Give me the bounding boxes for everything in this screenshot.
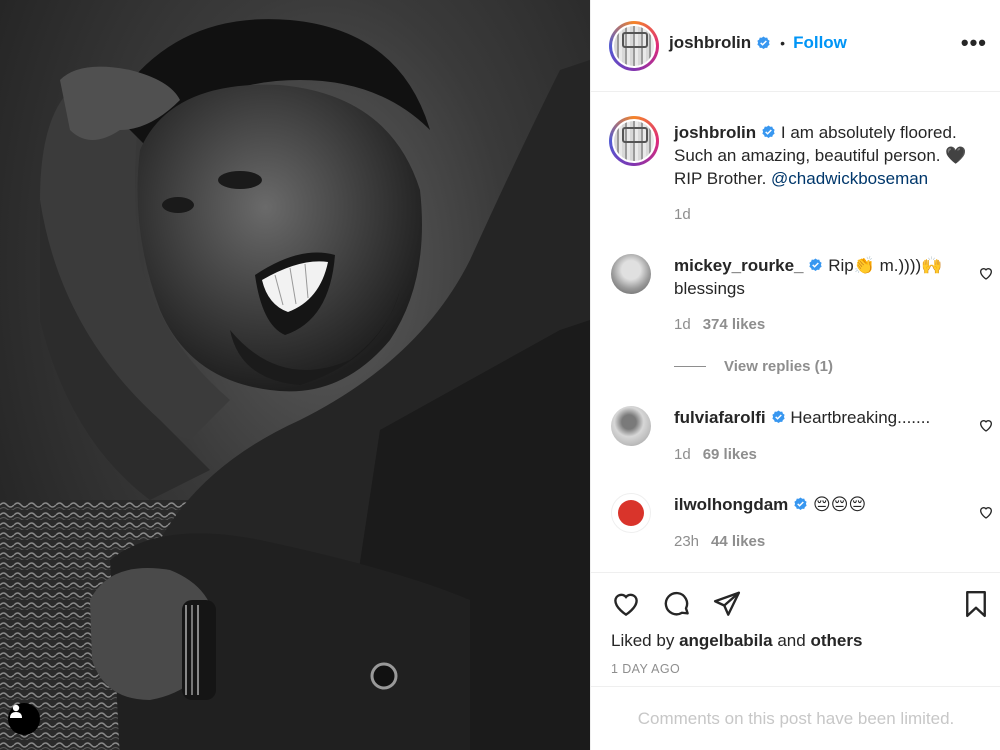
author-username[interactable]: joshbrolin	[669, 33, 751, 53]
comment-likes[interactable]: 44 likes	[711, 533, 765, 550]
caption-avatar[interactable]	[609, 116, 659, 166]
post-photo[interactable]	[0, 0, 590, 750]
view-replies-button[interactable]: View replies (1)	[674, 358, 833, 375]
author-avatar[interactable]	[609, 21, 659, 71]
comment-icon[interactable]	[662, 589, 692, 619]
post-timestamp[interactable]: 1 DAY AGO	[611, 662, 680, 676]
comment-time[interactable]: 23h	[674, 533, 699, 550]
share-icon[interactable]	[712, 589, 742, 619]
verified-badge-icon	[809, 258, 823, 272]
bookmark-icon[interactable]	[961, 589, 991, 619]
post-actions: Liked by angelbabila and others 1 DAY AG…	[591, 572, 1000, 686]
separator-dot: •	[780, 35, 786, 51]
comment-like-icon[interactable]	[978, 417, 994, 433]
replies-divider	[674, 366, 706, 367]
comment-likes[interactable]: 69 likes	[703, 446, 757, 463]
commenter-avatar[interactable]	[611, 254, 651, 294]
commenter-avatar[interactable]	[611, 406, 651, 446]
liked-by: Liked by angelbabila and others	[611, 631, 862, 651]
mention-link[interactable]: @chadwickboseman	[771, 169, 928, 188]
verified-badge-icon	[794, 497, 807, 511]
liked-by-user[interactable]: angelbabila	[679, 631, 773, 650]
comment-username[interactable]: mickey_rourke_	[674, 256, 803, 275]
more-options-icon[interactable]: •••	[961, 32, 987, 54]
comments-limited-notice: Comments on this post have been limited.	[591, 686, 1000, 750]
comment-like-icon[interactable]	[978, 265, 994, 281]
follow-button[interactable]: Follow	[793, 33, 847, 53]
comment-likes[interactable]: 374 likes	[703, 316, 766, 333]
comment-time[interactable]: 1d	[674, 446, 691, 463]
post-side-panel: joshbrolin • Follow ••• joshbrolin I am …	[590, 0, 1000, 750]
comment-text: Heartbreaking.......	[790, 408, 931, 427]
liked-by-prefix: Liked by	[611, 631, 675, 650]
view-replies-label: View replies (1)	[724, 358, 833, 375]
comment-like-icon[interactable]	[978, 504, 994, 520]
liked-by-and: and	[777, 631, 806, 650]
post-header: joshbrolin • Follow •••	[591, 0, 1000, 92]
verified-badge-icon	[772, 410, 785, 424]
liked-by-others[interactable]: others	[810, 631, 862, 650]
comment-time[interactable]: 1d	[674, 316, 691, 333]
portrait-illustration	[0, 19, 590, 750]
commenter-avatar[interactable]	[611, 493, 651, 533]
user-tag-icon[interactable]	[8, 703, 40, 735]
caption-username[interactable]: joshbrolin	[674, 123, 756, 142]
comment-text: 😔😔😔	[813, 495, 867, 514]
verified-badge-icon	[762, 125, 775, 139]
verified-badge-icon	[757, 35, 770, 49]
heart-icon[interactable]	[611, 589, 641, 619]
caption-time[interactable]: 1d	[674, 206, 691, 223]
comment-username[interactable]: ilwolhongdam	[674, 495, 788, 514]
comment-username[interactable]: fulviafarolfi	[674, 408, 766, 427]
